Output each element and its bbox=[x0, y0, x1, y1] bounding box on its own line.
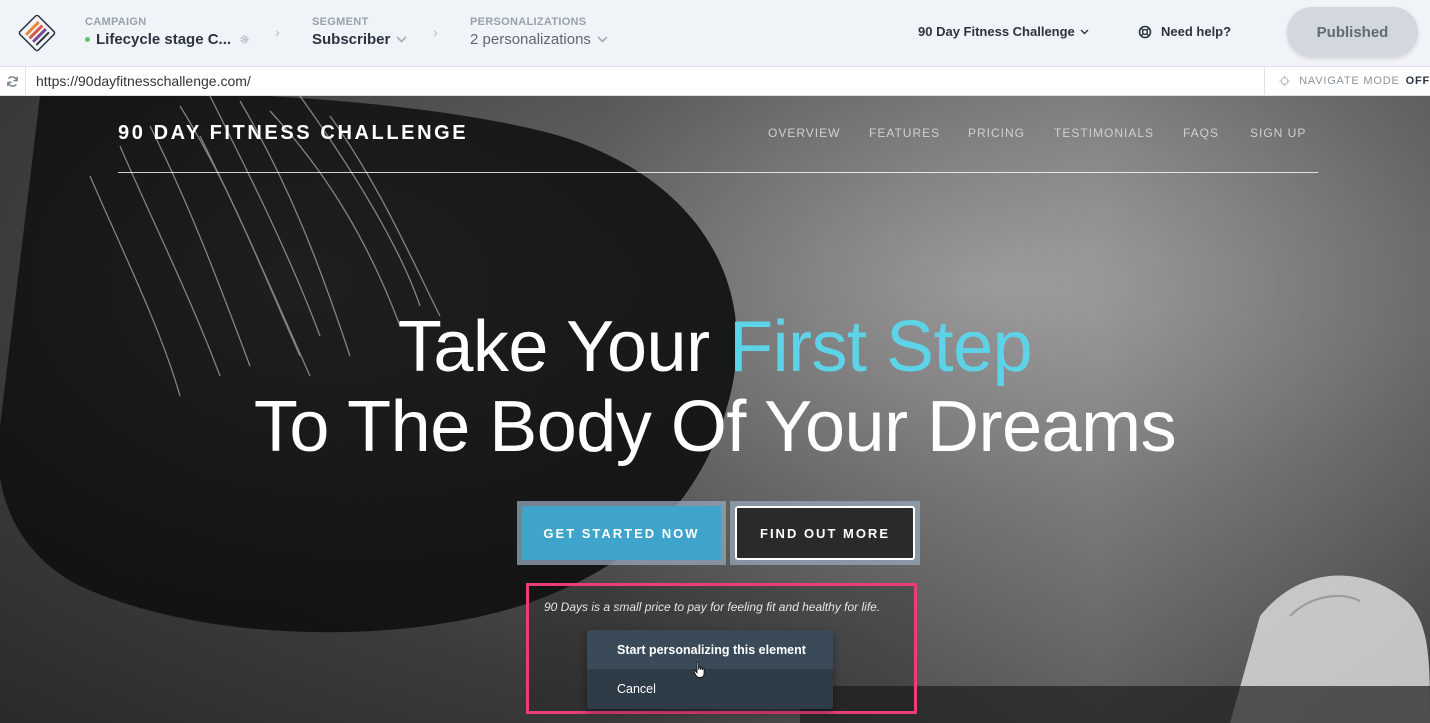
chevron-down-icon bbox=[597, 36, 608, 43]
help-link[interactable]: Need help? bbox=[1138, 24, 1231, 39]
nav-faqs[interactable]: FAQS bbox=[1183, 126, 1219, 140]
nav-pricing[interactable]: PRICING bbox=[968, 126, 1025, 140]
chevron-right-icon: › bbox=[275, 24, 280, 40]
chevron-down-icon bbox=[396, 36, 407, 43]
hero-headline-line1[interactable]: Take Your First Step bbox=[0, 306, 1430, 388]
chevron-right-icon: › bbox=[433, 24, 438, 40]
nav-testimonials[interactable]: TESTIMONIALS bbox=[1054, 126, 1154, 140]
url-bar: https://90dayfitnesschallenge.com/ NAVIG… bbox=[0, 67, 1430, 96]
refresh-icon[interactable] bbox=[0, 67, 26, 95]
primary-button-frame: GET STARTED NOW bbox=[517, 501, 726, 565]
nav-overview[interactable]: OVERVIEW bbox=[768, 126, 840, 140]
crosshair-icon bbox=[1279, 75, 1290, 87]
help-label: Need help? bbox=[1161, 24, 1232, 39]
hero-headline-line2[interactable]: To The Body Of Your Dreams bbox=[0, 386, 1430, 468]
hand-pointer-icon bbox=[693, 661, 707, 684]
cancel-menu-item[interactable]: Cancel bbox=[587, 669, 833, 708]
status-dot-icon bbox=[85, 37, 90, 42]
navigate-mode-state: OFF bbox=[1405, 75, 1430, 87]
nav-sign-up[interactable]: SIGN UP bbox=[1250, 126, 1306, 140]
app-toolbar: CAMPAIGN Lifecycle stage C... › SEGMENT … bbox=[0, 0, 1430, 67]
lifebuoy-icon bbox=[1138, 25, 1152, 38]
app-logo-icon[interactable] bbox=[18, 14, 56, 52]
site-selector[interactable]: 90 Day Fitness Challenge bbox=[918, 24, 1089, 39]
segment-selector[interactable]: SEGMENT Subscriber bbox=[312, 16, 407, 48]
chevron-down-icon bbox=[1080, 29, 1089, 35]
start-personalizing-menu-item[interactable]: Start personalizing this element bbox=[587, 630, 833, 669]
campaign-caption: CAMPAIGN bbox=[85, 16, 147, 28]
segment-caption: SEGMENT bbox=[312, 16, 369, 28]
site-brand[interactable]: 90 DAY FITNESS CHALLENGE bbox=[118, 122, 468, 145]
get-started-button[interactable]: GET STARTED NOW bbox=[522, 506, 721, 560]
header-divider bbox=[118, 172, 1318, 173]
campaign-selector[interactable]: CAMPAIGN Lifecycle stage C... bbox=[85, 16, 250, 48]
headline-accent-text: First Step bbox=[729, 307, 1033, 387]
element-context-menu: Start personalizing this element Cancel bbox=[587, 630, 833, 709]
personalizations-count: 2 personalizations bbox=[470, 31, 591, 48]
page-preview: 90 DAY FITNESS CHALLENGE OVERVIEW FEATUR… bbox=[0, 96, 1430, 723]
gear-icon[interactable] bbox=[239, 34, 250, 45]
campaign-name: Lifecycle stage C... bbox=[96, 31, 232, 48]
navigate-mode-toggle[interactable]: NAVIGATE MODE OFF bbox=[1264, 67, 1430, 95]
personalizations-caption: PERSONALIZATIONS bbox=[470, 16, 587, 28]
find-out-more-button[interactable]: FIND OUT MORE bbox=[735, 506, 915, 560]
site-name: 90 Day Fitness Challenge bbox=[918, 24, 1075, 39]
headline-plain-text: Take Your bbox=[397, 307, 730, 387]
secondary-button-frame: FIND OUT MORE bbox=[730, 501, 920, 565]
personalizations-selector[interactable]: PERSONALIZATIONS 2 personalizations bbox=[470, 16, 608, 48]
nav-features[interactable]: FEATURES bbox=[869, 126, 940, 140]
segment-name: Subscriber bbox=[312, 31, 391, 48]
published-button[interactable]: Published bbox=[1287, 7, 1418, 57]
url-field[interactable]: https://90dayfitnesschallenge.com/ bbox=[36, 73, 251, 89]
navigate-mode-label: NAVIGATE MODE bbox=[1299, 75, 1400, 87]
hero-tagline[interactable]: 90 Days is a small price to pay for feel… bbox=[544, 600, 880, 614]
